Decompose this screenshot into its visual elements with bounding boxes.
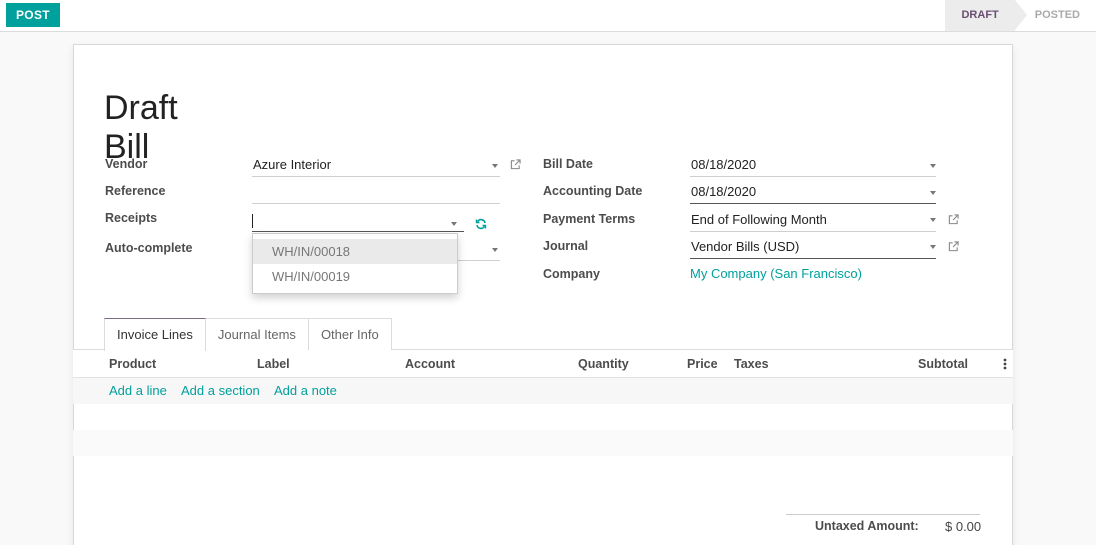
tab-journal-items[interactable]: Journal Items — [204, 318, 309, 350]
column-options-icon[interactable] — [1003, 358, 1007, 370]
page-title: Draft Bill — [104, 89, 178, 166]
journal-label: Journal — [543, 239, 589, 253]
column-header-quantity[interactable]: Quantity — [578, 357, 629, 371]
column-header-taxes[interactable]: Taxes — [734, 357, 769, 371]
status-bar: DRAFT POSTED — [945, 0, 1096, 31]
vendor-dropdown-icon[interactable] — [492, 164, 498, 168]
column-header-price[interactable]: Price — [687, 357, 718, 371]
vendor-field[interactable]: Azure Interior — [252, 155, 500, 177]
external-link-icon[interactable] — [948, 214, 959, 225]
receipts-label: Receipts — [105, 211, 158, 225]
form-sheet — [73, 44, 1013, 545]
untaxed-amount-value: $ 0.00 — [945, 519, 982, 534]
receipts-dropdown-icon[interactable] — [451, 222, 457, 226]
company-label: Company — [543, 267, 600, 281]
external-link-icon[interactable] — [948, 241, 959, 252]
payment-terms-field[interactable]: End of Following Month — [690, 210, 936, 232]
accounting-date-dropdown-icon[interactable] — [930, 191, 936, 195]
control-panel: POST DRAFT POSTED — [0, 0, 1096, 32]
accounting-date-label: Accounting Date — [543, 184, 643, 198]
reference-label: Reference — [105, 184, 166, 198]
tab-other-info[interactable]: Other Info — [307, 318, 392, 350]
vendor-label: Vendor — [105, 157, 148, 171]
bill-date-field[interactable]: 08/18/2020 — [690, 155, 936, 177]
journal-field[interactable]: Vendor Bills (USD) — [690, 237, 936, 259]
totals-divider — [786, 514, 980, 515]
add-line-link[interactable]: Add a line — [109, 383, 167, 398]
post-button[interactable]: POST — [6, 3, 60, 27]
receipts-input[interactable] — [252, 210, 464, 232]
status-posted[interactable]: POSTED — [1015, 0, 1096, 31]
notebook-tabs: Invoice Lines Journal Items Other Info — [104, 318, 392, 351]
empty-row — [73, 430, 1013, 456]
status-draft[interactable]: DRAFT — [945, 0, 1028, 31]
refresh-icon[interactable] — [475, 218, 487, 230]
lines-table-header: Product Label Account Quantity Price Tax… — [73, 350, 1013, 378]
receipts-dropdown-menu: WH/IN/00018 WH/IN/00019 — [252, 233, 458, 294]
dropdown-item[interactable]: WH/IN/00019 — [253, 264, 457, 289]
column-header-subtotal[interactable]: Subtotal — [918, 357, 968, 371]
company-link[interactable]: My Company (San Francisco) — [690, 266, 862, 281]
untaxed-amount-label: Untaxed Amount: — [815, 519, 919, 533]
dropdown-item[interactable]: WH/IN/00018 — [253, 239, 457, 264]
payment-terms-label: Payment Terms — [543, 212, 636, 226]
text-cursor — [252, 214, 253, 228]
column-header-label[interactable]: Label — [257, 357, 290, 371]
add-note-link[interactable]: Add a note — [274, 383, 337, 398]
bill-date-dropdown-icon[interactable] — [930, 164, 936, 168]
column-header-product[interactable]: Product — [109, 357, 156, 371]
accounting-date-field[interactable]: 08/18/2020 — [690, 182, 936, 204]
add-section-link[interactable]: Add a section — [181, 383, 260, 398]
autocomplete-label: Auto-complete — [105, 241, 193, 255]
journal-dropdown-icon[interactable] — [930, 245, 936, 249]
column-header-account[interactable]: Account — [405, 357, 455, 371]
external-link-icon[interactable] — [510, 159, 521, 170]
payment-terms-dropdown-icon[interactable] — [930, 218, 936, 222]
tab-invoice-lines[interactable]: Invoice Lines — [104, 318, 206, 351]
autocomplete-dropdown-icon[interactable] — [492, 248, 498, 252]
bill-date-label: Bill Date — [543, 157, 594, 171]
reference-field[interactable] — [252, 182, 500, 204]
